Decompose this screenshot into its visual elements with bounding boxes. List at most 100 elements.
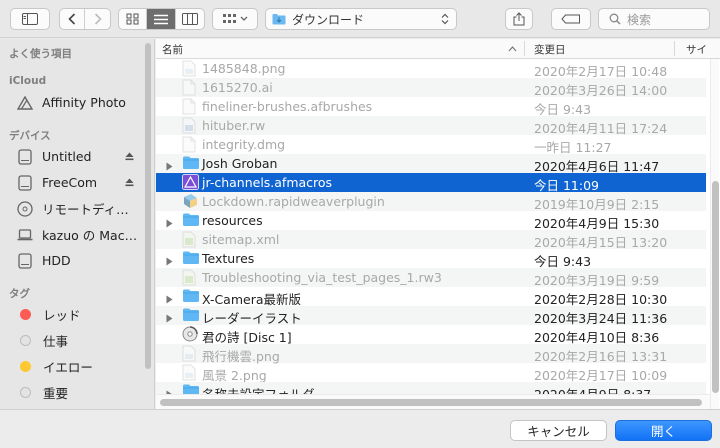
sort-chevron-icon	[508, 46, 517, 52]
view-mode-segment	[118, 8, 205, 30]
sidebar-toggle-button[interactable]	[10, 8, 50, 30]
file-name: resources	[202, 213, 263, 228]
table-row[interactable]: レーダーイラスト 2020年3月24日 11:36	[156, 306, 706, 326]
eject-icon[interactable]	[125, 175, 134, 190]
horizontal-scroll-thumb[interactable]	[160, 399, 702, 406]
column-size-header[interactable]: サイ	[686, 42, 707, 57]
file-name: Josh Groban	[202, 156, 278, 171]
columns-icon	[181, 13, 198, 25]
column-name-header[interactable]: 名前	[162, 42, 183, 57]
remote-disc-icon	[16, 200, 34, 218]
file-name: hituber.rw	[202, 118, 266, 133]
file-name: Textures	[202, 251, 255, 266]
affinity-photo-icon	[16, 94, 34, 112]
folder-icon	[182, 155, 200, 172]
sidebar-tag-red[interactable]: レッド	[0, 305, 148, 324]
sidebar-scrollbar[interactable]	[145, 39, 152, 369]
file-icon	[182, 345, 200, 362]
dialog-footer: キャンセル 開く	[0, 409, 720, 448]
file-name: 1615270.ai	[202, 80, 273, 95]
vertical-scroll-thumb[interactable]	[712, 181, 719, 393]
list-icon	[154, 14, 169, 24]
table-row[interactable]: Josh Groban 2020年4月6日 11:47	[156, 154, 706, 174]
sidebar-item-freecom[interactable]: FreeCom	[0, 173, 148, 192]
open-button[interactable]: 開く	[615, 420, 712, 441]
tags-button[interactable]	[551, 8, 591, 30]
disclosure-triangle-icon[interactable]	[166, 311, 173, 326]
file-icon	[182, 79, 200, 96]
disclosure-triangle-icon[interactable]	[166, 254, 173, 269]
tag-color-dot	[20, 335, 31, 346]
file-icon	[182, 60, 200, 77]
laptop-icon	[16, 226, 34, 244]
grid-icon	[126, 13, 139, 25]
cd-icon	[182, 326, 200, 343]
folder-icon	[182, 250, 200, 267]
table-row[interactable]: 飛行機雲.png 2020年2月16日 13:31	[156, 344, 706, 364]
disk-icon	[16, 174, 34, 192]
nav-buttons	[59, 8, 111, 30]
table-row[interactable]: Lockdown.rapidweaverplugin 2019年10月9日 2:1…	[156, 192, 706, 212]
tag-color-dot	[20, 387, 31, 398]
sidebar-tag-work[interactable]: 仕事	[0, 331, 148, 350]
table-row[interactable]: 1615270.ai 2020年3月26日 14:00	[156, 78, 706, 98]
file-icon	[182, 364, 200, 381]
icon-view-button[interactable]	[119, 9, 148, 29]
disk-icon	[16, 252, 34, 270]
table-row[interactable]: fineliner-brushes.afbrushes 今日 9:43	[156, 97, 706, 117]
column-view-button[interactable]	[176, 9, 204, 29]
file-name: jr-channels.afmacros	[202, 175, 333, 190]
file-icon	[182, 98, 200, 115]
table-row[interactable]: integrity.dmg 一昨日 11:27	[156, 135, 706, 155]
sidebar-item-mac[interactable]: kazuo の Mac…	[0, 225, 148, 244]
table-row[interactable]: 君の詩 [Disc 1] 2020年4月10日 8:36	[156, 325, 706, 345]
disclosure-triangle-icon[interactable]	[166, 159, 173, 174]
group-by-button[interactable]	[212, 8, 258, 30]
search-placeholder: 検索	[627, 12, 652, 27]
search-field[interactable]: 検索	[598, 8, 710, 30]
group-grid-icon	[223, 14, 248, 23]
file-list-vertical-scrollbar[interactable]	[710, 59, 719, 409]
tag-color-dot	[20, 309, 31, 320]
sidebar-icon	[22, 13, 38, 25]
file-icon	[182, 269, 200, 286]
sidebar-scroll-thumb[interactable]	[145, 43, 151, 369]
sidebar-item-remote-disc[interactable]: リモートディ…	[0, 199, 148, 218]
toolbar: ダウンロード 検索	[0, 0, 720, 38]
location-popup[interactable]: ダウンロード	[265, 8, 457, 30]
tag-icon	[561, 14, 580, 24]
sidebar-tag-important[interactable]: 重要	[0, 383, 148, 402]
sidebar-item-hdd[interactable]: HDD	[0, 251, 148, 270]
file-icon	[182, 136, 200, 153]
sidebar-tag-yellow[interactable]: イエロー	[0, 357, 148, 376]
share-button[interactable]	[505, 8, 533, 30]
folder-icon	[182, 212, 200, 229]
chevron-left-icon	[68, 13, 76, 25]
search-icon	[609, 13, 621, 25]
cancel-button[interactable]: キャンセル	[510, 420, 607, 441]
forward-button[interactable]	[85, 9, 110, 29]
sidebar-item-untitled[interactable]: Untitled	[0, 147, 148, 166]
table-row[interactable]: hituber.rw 2020年4月11日 17:24	[156, 116, 706, 136]
table-row[interactable]: Troubleshooting_via_test_pages_1.rw3 2020…	[156, 268, 706, 288]
disclosure-triangle-icon[interactable]	[166, 292, 173, 307]
sidebar-item-affinity-photo[interactable]: Affinity Photo	[0, 93, 148, 112]
table-row[interactable]: sitemap.xml 2020年4月15日 13:20	[156, 230, 706, 250]
table-row[interactable]: 1485848.png 2020年2月17日 10:48	[156, 59, 706, 79]
disclosure-triangle-icon[interactable]	[166, 216, 173, 231]
column-date-header[interactable]: 変更日	[534, 42, 566, 57]
file-list-horizontal-scrollbar[interactable]	[156, 394, 710, 409]
share-icon	[513, 12, 525, 26]
list-view-button[interactable]	[147, 9, 176, 29]
eject-icon[interactable]	[125, 149, 134, 164]
table-row[interactable]: 風景 2.png 2020年2月17日 10:09	[156, 363, 706, 383]
disk-icon	[16, 148, 34, 166]
back-button[interactable]	[60, 9, 86, 29]
table-row[interactable]: X-Camera最新版 2020年2月28日 10:30	[156, 287, 706, 307]
file-name: integrity.dmg	[202, 137, 286, 152]
table-row-selected[interactable]: jr-channels.afmacros 今日 11:09	[156, 173, 706, 193]
table-row[interactable]: Textures 今日 9:43	[156, 249, 706, 269]
file-name: Troubleshooting_via_test_pages_1.rw3	[202, 270, 442, 285]
table-row[interactable]: resources 2020年4月9日 15:30	[156, 211, 706, 231]
tag-color-dot	[20, 361, 31, 372]
